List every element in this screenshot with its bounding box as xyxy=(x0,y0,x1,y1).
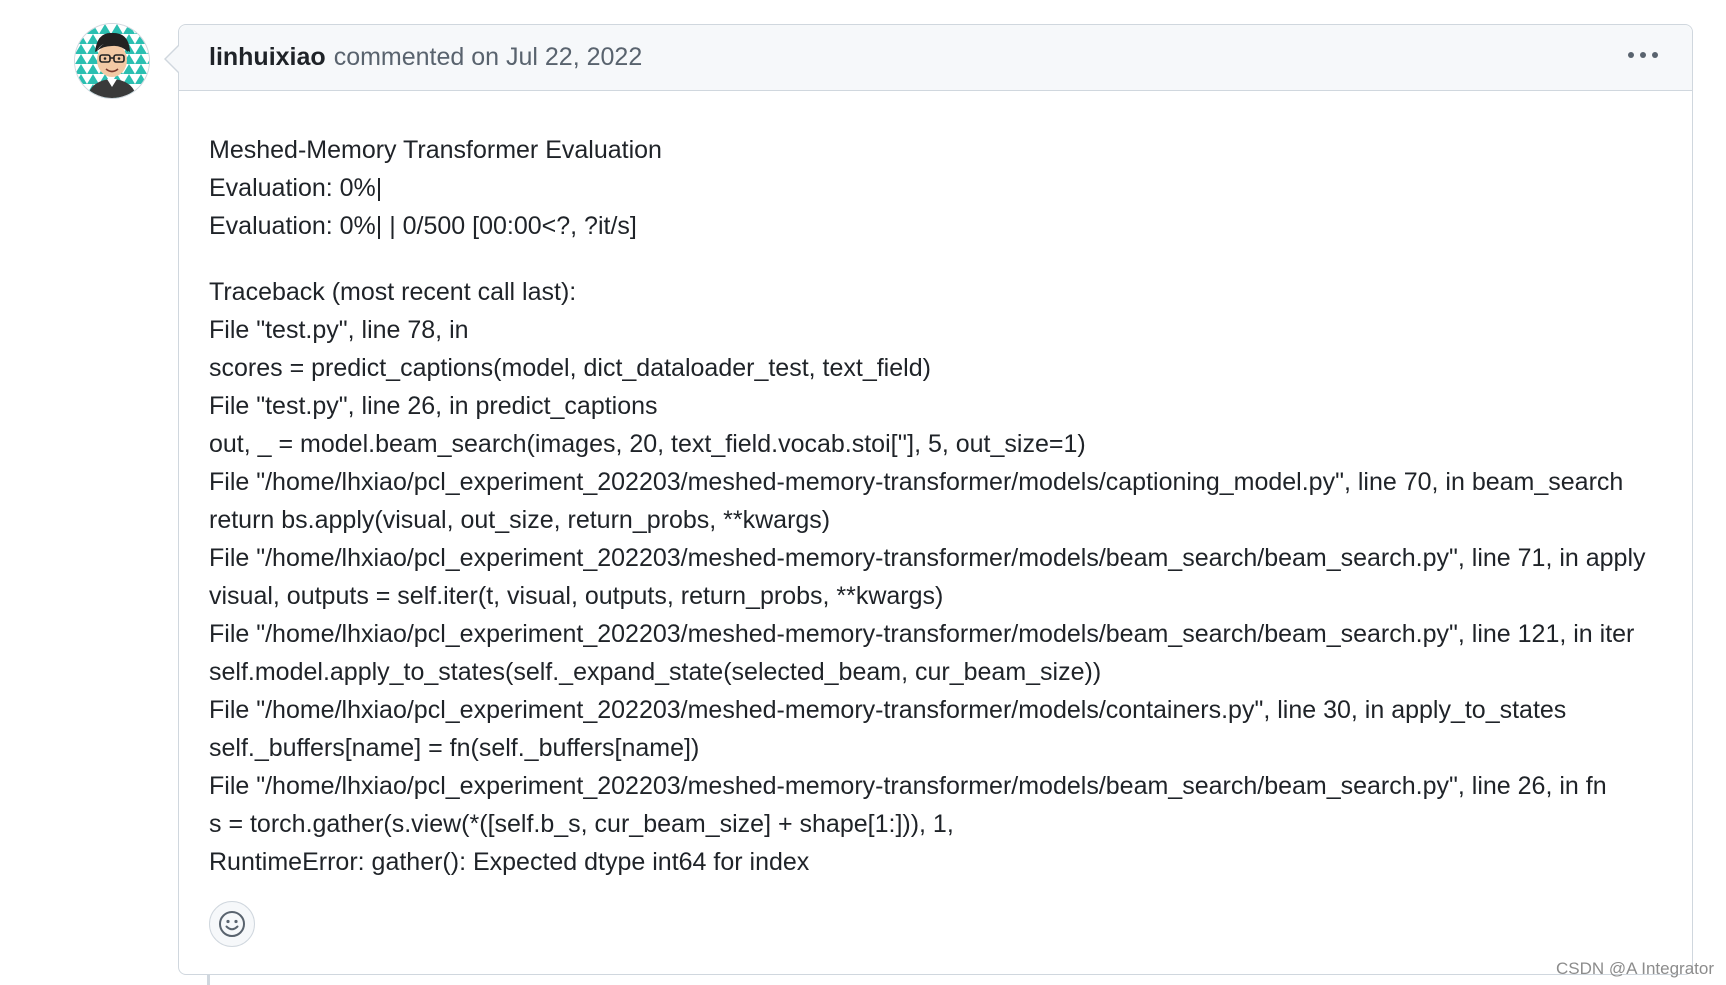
body-line: File "test.py", line 26, in predict_capt… xyxy=(209,392,658,420)
timeline-line xyxy=(207,975,210,985)
comment-header: linhuixiao commented on Jul 22, 2022 xyxy=(179,25,1692,91)
user-avatar-icon xyxy=(75,24,149,98)
comment-options-button[interactable] xyxy=(1624,46,1662,64)
body-line: File "/home/lhxiao/pcl_experiment_202203… xyxy=(209,772,1607,800)
comment-timestamp[interactable]: commented on Jul 22, 2022 xyxy=(334,43,643,72)
body-line: File "test.py", line 78, in xyxy=(209,316,469,344)
add-reaction-button[interactable] xyxy=(209,901,255,947)
body-line: File "/home/lhxiao/pcl_experiment_202203… xyxy=(209,696,1567,724)
watermark-text: CSDN @A Integrator xyxy=(1555,959,1714,978)
body-line: Evaluation: 0%| xyxy=(209,174,383,202)
kebab-dot xyxy=(1640,52,1646,58)
kebab-dot xyxy=(1652,52,1658,58)
author-name-link[interactable]: linhuixiao xyxy=(209,43,326,72)
comment-card: linhuixiao commented on Jul 22, 2022 Mes… xyxy=(178,24,1693,975)
comment-pointer-fill xyxy=(166,45,180,73)
comment-body: Meshed-Memory Transformer Evaluation Eva… xyxy=(179,91,1692,881)
smiley-icon xyxy=(219,911,245,937)
body-line: self._buffers[name] = fn(self._buffers[n… xyxy=(209,734,700,762)
user-avatar[interactable] xyxy=(75,24,149,98)
body-line: visual, outputs = self.iter(t, visual, o… xyxy=(209,582,944,610)
body-line: File "/home/lhxiao/pcl_experiment_202203… xyxy=(209,468,1624,496)
body-line: File "/home/lhxiao/pcl_experiment_202203… xyxy=(209,620,1635,648)
body-line: Evaluation: 0%| | 0/500 [00:00<?, ?it/s] xyxy=(209,212,637,240)
body-line: scores = predict_captions(model, dict_da… xyxy=(209,354,931,382)
kebab-horizontal-icon xyxy=(1628,52,1634,58)
output-block: Meshed-Memory Transformer Evaluation Eva… xyxy=(209,131,1662,245)
body-line: File "/home/lhxiao/pcl_experiment_202203… xyxy=(209,544,1646,572)
body-line: Meshed-Memory Transformer Evaluation xyxy=(209,136,662,164)
body-line: Traceback (most recent call last): xyxy=(209,278,577,306)
body-line: s = torch.gather(s.view(*([self.b_s, cur… xyxy=(209,810,954,838)
body-line: RuntimeError: gather(): Expected dtype i… xyxy=(209,848,810,876)
body-line: return bs.apply(visual, out_size, return… xyxy=(209,506,831,534)
body-line: out, _ = model.beam_search(images, 20, t… xyxy=(209,430,1086,458)
traceback-block: Traceback (most recent call last): File … xyxy=(209,273,1662,881)
body-line: self.model.apply_to_states(self._expand_… xyxy=(209,658,1102,686)
